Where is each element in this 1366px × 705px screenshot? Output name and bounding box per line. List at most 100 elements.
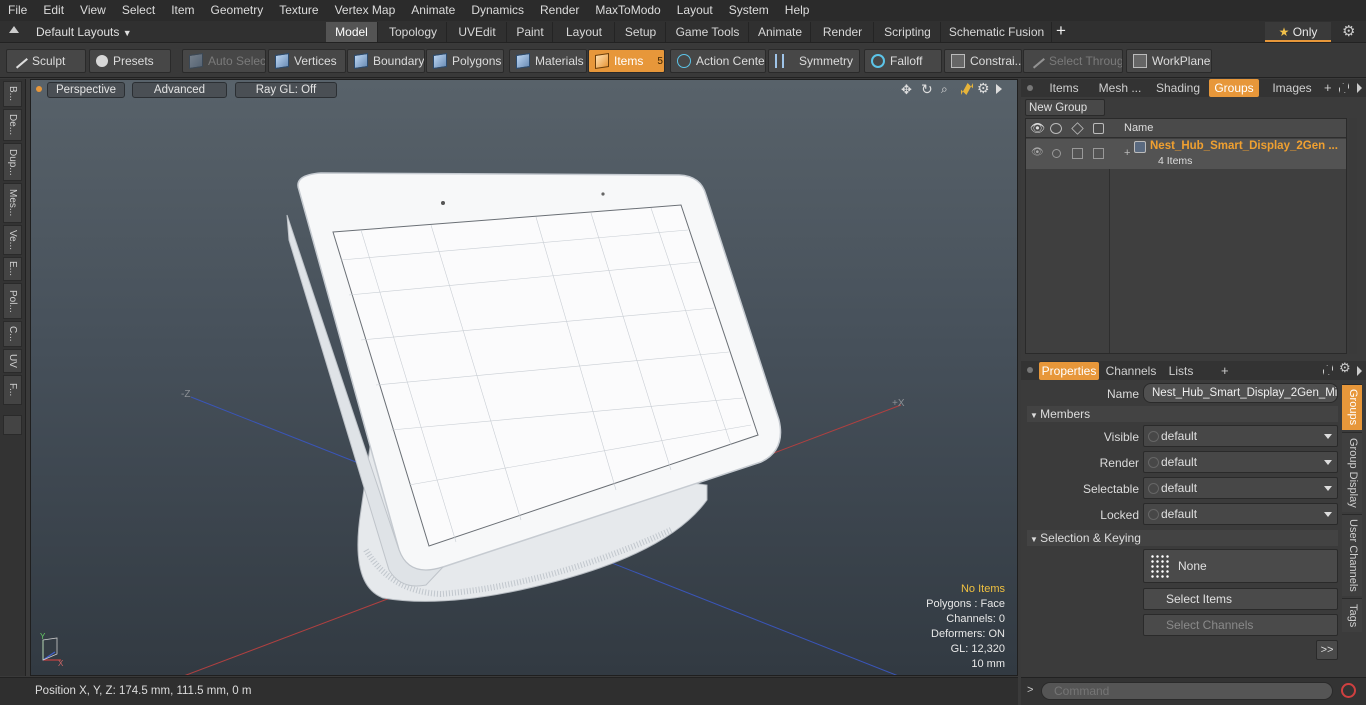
- layout-tab-setup[interactable]: Setup: [616, 22, 666, 42]
- menu-help[interactable]: Help: [777, 0, 818, 21]
- properties-gear-icon[interactable]: ⚙: [1339, 360, 1351, 376]
- group-render-icon[interactable]: [1052, 149, 1061, 158]
- menu-select[interactable]: Select: [114, 0, 163, 21]
- select-through-button[interactable]: Select Through: [1023, 49, 1123, 73]
- left-tool-tab-1[interactable]: B...: [3, 81, 22, 107]
- panel-expand-icon[interactable]: [1357, 83, 1362, 93]
- falloff-button[interactable]: Falloff: [864, 49, 942, 73]
- visible-dropdown[interactable]: default: [1143, 425, 1338, 447]
- left-tool-tab-4[interactable]: Mes...: [3, 183, 22, 223]
- groups-scrollbar[interactable]: [1349, 118, 1357, 354]
- selectable-dropdown[interactable]: default: [1143, 477, 1338, 499]
- left-tool-tab-8[interactable]: C...: [3, 321, 22, 347]
- layout-tab-layout[interactable]: Layout: [554, 22, 615, 42]
- select-channels-button[interactable]: Select Channels: [1143, 614, 1338, 636]
- command-input[interactable]: [1041, 682, 1333, 700]
- select-column-icon[interactable]: [1093, 123, 1104, 134]
- properties-tab-properties[interactable]: Properties: [1039, 362, 1099, 380]
- layout-tab-model[interactable]: Model: [326, 22, 378, 42]
- render-dropdown[interactable]: default: [1143, 451, 1338, 473]
- layout-tab-scripting[interactable]: Scripting: [875, 22, 941, 42]
- polygons-button[interactable]: Polygons: [426, 49, 504, 73]
- menu-animate[interactable]: Animate: [403, 0, 463, 21]
- lock-column-icon[interactable]: [1071, 122, 1084, 135]
- locked-dropdown[interactable]: default: [1143, 503, 1338, 525]
- properties-tab-channels[interactable]: Channels: [1105, 362, 1157, 380]
- properties-tab-lists[interactable]: Lists: [1161, 362, 1201, 380]
- left-tool-tab-3[interactable]: Dup...: [3, 143, 22, 181]
- materials-button[interactable]: Materials: [509, 49, 587, 73]
- menu-layout[interactable]: Layout: [669, 0, 721, 21]
- expand-plus-icon[interactable]: +: [1124, 147, 1130, 159]
- vertices-button[interactable]: Vertices1: [268, 49, 346, 73]
- layout-tab-uvedit[interactable]: UVEdit: [448, 22, 507, 42]
- new-group-button[interactable]: New Group: [1025, 99, 1105, 116]
- menu-system[interactable]: System: [721, 0, 777, 21]
- layout-tab-topology[interactable]: Topology: [380, 22, 447, 42]
- gear-icon[interactable]: ⚙: [1342, 22, 1355, 42]
- action-center-button[interactable]: Action Center: [670, 49, 766, 73]
- menu-maxtomodo[interactable]: MaxToModo: [587, 0, 668, 21]
- select-items-button[interactable]: Select Items: [1143, 588, 1338, 610]
- scene-tab-mesh[interactable]: Mesh ...: [1096, 79, 1144, 97]
- items-button[interactable]: Items 5: [588, 49, 665, 73]
- menu-item[interactable]: Item: [163, 0, 202, 21]
- layout-tab-animate[interactable]: Animate: [750, 22, 811, 42]
- add-scene-tab-button[interactable]: +: [1324, 79, 1332, 97]
- symmetry-button[interactable]: Symmetry: [768, 49, 860, 73]
- properties-maximize-icon[interactable]: [1323, 365, 1333, 375]
- workplane-button[interactable]: WorkPlane: [1126, 49, 1212, 73]
- record-icon[interactable]: [1341, 683, 1356, 698]
- members-section-header[interactable]: ▼ Members: [1027, 406, 1338, 422]
- presets-button[interactable]: Presets: [89, 49, 171, 73]
- auto-select-button[interactable]: Auto Select: [182, 49, 266, 73]
- menu-vertex-map[interactable]: Vertex Map: [327, 0, 404, 21]
- constraints-button[interactable]: Constrai...: [944, 49, 1022, 73]
- scene-tab-shading[interactable]: Shading: [1154, 79, 1202, 97]
- sculpt-button[interactable]: Sculpt: [6, 49, 86, 73]
- name-field[interactable]: Nest_Hub_Smart_Display_2Gen_Mist: [1143, 383, 1338, 403]
- panel-menu-dot-icon[interactable]: [1027, 85, 1033, 91]
- panel-maximize-icon[interactable]: [1339, 83, 1349, 93]
- scene-tab-groups[interactable]: Groups: [1209, 79, 1259, 97]
- layout-preset-dropdown[interactable]: Default Layouts ▼: [36, 23, 132, 41]
- properties-menu-dot-icon[interactable]: [1027, 367, 1033, 373]
- menu-view[interactable]: View: [72, 0, 114, 21]
- layout-expand-icon[interactable]: [9, 26, 19, 33]
- group-row[interactable]: 👁 + Nest_Hub_Smart_Display_2Gen ... 4 It…: [1026, 139, 1346, 169]
- left-tool-tab-extra[interactable]: [3, 415, 22, 435]
- left-tool-tab-6[interactable]: E...: [3, 257, 22, 281]
- menu-file[interactable]: File: [0, 0, 35, 21]
- scene-tab-items[interactable]: Items: [1047, 79, 1081, 97]
- 3d-viewport[interactable]: Perspective Advanced Ray GL: Off ✥ ↻ ⌕ ⚙…: [30, 79, 1018, 676]
- menu-dynamics[interactable]: Dynamics: [463, 0, 532, 21]
- more-button[interactable]: >>: [1316, 640, 1338, 660]
- layout-tab-render[interactable]: Render: [812, 22, 874, 42]
- side-tab-tags[interactable]: Tags: [1342, 598, 1362, 632]
- scene-tab-images[interactable]: Images: [1267, 79, 1317, 97]
- left-tool-tab-9[interactable]: UV: [3, 349, 22, 373]
- menu-texture[interactable]: Texture: [271, 0, 326, 21]
- add-properties-tab-button[interactable]: +: [1221, 361, 1229, 380]
- only-toggle[interactable]: ★ Only: [1265, 22, 1331, 42]
- menu-geometry[interactable]: Geometry: [203, 0, 272, 21]
- selection-keying-section-header[interactable]: ▼ Selection & Keying: [1027, 530, 1338, 546]
- menu-render[interactable]: Render: [532, 0, 587, 21]
- left-tool-tab-7[interactable]: Pol...: [3, 283, 22, 319]
- left-tool-tab-10[interactable]: F...: [3, 375, 22, 405]
- side-tab-groups[interactable]: Groups: [1342, 384, 1362, 430]
- group-lock-checkbox[interactable]: [1072, 148, 1083, 159]
- side-tab-user-channels[interactable]: User Channels: [1342, 514, 1362, 596]
- add-layout-tab-button[interactable]: +: [1056, 21, 1066, 41]
- left-tool-tab-2[interactable]: De...: [3, 109, 22, 141]
- group-select-checkbox[interactable]: [1093, 148, 1104, 159]
- layout-tab-paint[interactable]: Paint: [508, 22, 553, 42]
- side-tab-group-display[interactable]: Group Display: [1342, 432, 1362, 512]
- properties-expand-icon[interactable]: [1357, 366, 1362, 376]
- render-column-icon[interactable]: [1050, 123, 1062, 134]
- group-visibility-icon[interactable]: 👁: [1031, 147, 1044, 158]
- left-tool-tab-5[interactable]: Ve...: [3, 225, 22, 255]
- menu-edit[interactable]: Edit: [35, 0, 72, 21]
- visibility-eye-icon[interactable]: 👁: [1030, 121, 1045, 135]
- selection-none-button[interactable]: None: [1143, 549, 1338, 583]
